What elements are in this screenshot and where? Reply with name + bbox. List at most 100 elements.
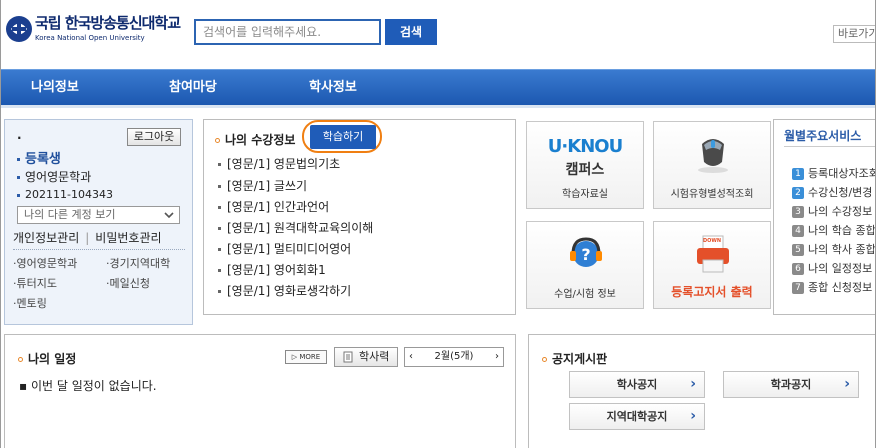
department-name: 영어영문학과 — [25, 170, 92, 184]
profile-links: 개인정보관리 | 비밀번호관리 — [13, 229, 162, 246]
sublink-department-label: 영어영문학과 — [16, 257, 78, 270]
search-input[interactable]: 검색어를 입력해주세요. — [194, 19, 381, 45]
bullet — [17, 193, 20, 197]
monthly-item[interactable]: 2 수강신청/변경 — [792, 184, 872, 200]
search-button[interactable]: 검색 — [385, 19, 437, 45]
course-label: [영문/1] 영어회화1 — [227, 263, 326, 277]
printer-badge: DOWN — [702, 238, 722, 244]
monthly-divider — [784, 146, 875, 147]
schedule-empty-message: ▪ 이번 달 일정이 없습니다. — [19, 379, 157, 393]
notice-label: 학과공지 — [770, 378, 812, 391]
monthly-item[interactable]: 4 나의 학습 종합 — [792, 222, 876, 238]
schedule-title: 나의 일정 — [18, 350, 76, 367]
monthly-item[interactable]: 7 종합 신청정보 — [792, 279, 872, 295]
sublink-region[interactable]: ·경기지역대학 — [106, 255, 170, 271]
course-item[interactable]: [영문/1] 멀티미디어영어 — [218, 240, 351, 257]
uknou-campus-tile[interactable]: U·KNOU 캠퍼스 학습자료실 — [526, 121, 644, 209]
title-dot-icon — [215, 138, 220, 143]
empty-text: 이번 달 일정이 없습니다. — [30, 379, 157, 393]
page: 국립 한국방송통신대학교 Korea National Open Univers… — [0, 0, 876, 448]
course-label: [영문/1] 멀티미디어영어 — [227, 242, 352, 256]
monthly-item[interactable]: 1 등록대상자조회 — [792, 165, 876, 181]
shortcut-select[interactable]: 바로가기 — [833, 25, 875, 43]
course-item[interactable]: [영문/1] 인간과언어 — [218, 198, 329, 215]
logo-english: Korea National Open University — [35, 34, 145, 42]
title-dot-icon — [542, 357, 547, 362]
notice-label: 학사공지 — [616, 378, 658, 391]
notices-title-text: 공지게시판 — [552, 352, 608, 366]
academic-notice-button[interactable]: 학사공지 › — [569, 371, 705, 398]
nav-participation[interactable]: 참여마당 — [169, 70, 217, 106]
regional-notice-button[interactable]: 지역대학공지 › — [569, 403, 705, 430]
number-badge: 6 — [792, 263, 804, 275]
class-exam-info-tile[interactable]: ? 수업/시험 정보 — [526, 221, 644, 309]
course-label: [영문/1] 인간과언어 — [227, 200, 330, 214]
tile-label: 수업/시험 정보 — [554, 289, 616, 300]
notice-board-panel: 공지게시판 학사공지 › 학과공지 › 지역대학공지 › — [528, 334, 875, 448]
course-item[interactable]: [영문/1] 글쓰기 — [218, 177, 307, 194]
schedule-title-text: 나의 일정 — [28, 352, 77, 366]
monthly-item-label: 등록대상자조회 — [808, 167, 876, 180]
next-month-icon[interactable]: › — [495, 348, 499, 366]
course-label: [영문/1] 영문법의기초 — [227, 157, 341, 171]
sublink-mentoring-label: 멘토링 — [16, 297, 47, 310]
sublink-mail-label: 메일신청 — [109, 277, 150, 290]
number-badge: 4 — [792, 225, 804, 237]
sublink-tutor[interactable]: ·튜터지도 — [13, 275, 57, 291]
number-badge: 7 — [792, 282, 804, 294]
password-link[interactable]: 비밀번호관리 — [95, 231, 161, 245]
more-button[interactable]: ▷ MORE — [285, 350, 327, 364]
nav-my-info[interactable]: 나의정보 — [31, 70, 79, 106]
university-logo[interactable]: 국립 한국방송통신대학교 Korea National Open Univers… — [35, 12, 181, 42]
document-icon — [343, 351, 353, 363]
print-bill-tile[interactable]: DOWN 등록고지서 출력 — [653, 221, 771, 309]
main-navigation: 나의정보 참여마당 학사정보 — [1, 69, 875, 106]
course-item[interactable]: [영문/1] 영어회화1 — [218, 261, 326, 278]
bullet — [218, 185, 221, 188]
monthly-item[interactable]: 5 나의 학사 종합 — [792, 241, 875, 257]
sublink-region-label: 경기지역대학 — [109, 257, 171, 270]
course-label: [영문/1] 영화로생각하기 — [227, 284, 352, 298]
course-item[interactable]: [영문/1] 영문법의기초 — [218, 155, 340, 172]
monthly-services-panel: 월별주요서비스 1 등록대상자조회 2 수강신청/변경 3 나의 수강정보 4 나의 학… — [773, 119, 876, 315]
study-button[interactable]: 학습하기 — [310, 125, 376, 149]
department-notice-button[interactable]: 학과공지 › — [723, 371, 859, 398]
my-schedule-panel: 나의 일정 ▷ MORE 학사력 ‹ 2월(5개) › ▪ 이번 달 일정이 없… — [4, 334, 516, 448]
bullet — [218, 269, 221, 272]
tile-label: 등록고지서 출력 — [671, 285, 753, 299]
courses-title: 나의 수강정보 — [215, 131, 295, 148]
university-emblem-icon[interactable] — [5, 14, 33, 44]
exam-type-grade-tile[interactable]: 시험유형별성적조회 — [653, 121, 771, 209]
chevron-right-icon: › — [844, 376, 850, 392]
prev-month-icon[interactable]: ‹ — [409, 348, 413, 366]
nav-academic-info[interactable]: 학사정보 — [309, 70, 357, 106]
bullet — [218, 248, 221, 251]
course-item[interactable]: [영문/1] 영화로생각하기 — [218, 282, 351, 299]
monthly-item-label: 나의 학습 종합 — [808, 224, 876, 237]
chevron-right-icon: › — [690, 376, 696, 392]
mouse-icon — [698, 139, 728, 173]
course-item[interactable]: [영문/1] 원격대학교육의이해 — [218, 219, 373, 236]
uknou-brand: U·KNOU — [547, 136, 623, 157]
monthly-item[interactable]: 6 나의 일정정보 — [792, 260, 872, 276]
title-dot-icon — [18, 357, 23, 362]
bullet — [17, 158, 20, 161]
month-navigator: ‹ 2월(5개) › — [404, 347, 504, 367]
bullet — [218, 227, 221, 230]
sublink-department[interactable]: ·영어영문학과 — [13, 255, 77, 271]
logout-button[interactable]: 로그아웃 — [127, 128, 181, 146]
calendar-label: 학사력 — [359, 350, 390, 363]
monthly-title: 월별주요서비스 — [784, 129, 862, 143]
sublink-mail[interactable]: ·메일신청 — [106, 275, 150, 291]
sublink-mentoring[interactable]: ·멘토링 — [13, 295, 47, 311]
account-select-label: 나의 다른 계정 보기 — [24, 208, 116, 221]
student-status: 등록생 — [25, 152, 61, 167]
question-headset-icon: ? — [570, 237, 602, 267]
monthly-item[interactable]: 3 나의 수강정보 — [792, 203, 872, 219]
personal-info-link[interactable]: 개인정보관리 — [13, 231, 79, 245]
other-account-select[interactable]: 나의 다른 계정 보기 — [17, 206, 180, 224]
monthly-item-label: 나의 일정정보 — [808, 262, 873, 275]
academic-calendar-button[interactable]: 학사력 — [334, 347, 398, 367]
department-line: 영어영문학과 — [17, 168, 91, 185]
notices-title: 공지게시판 — [542, 350, 607, 367]
